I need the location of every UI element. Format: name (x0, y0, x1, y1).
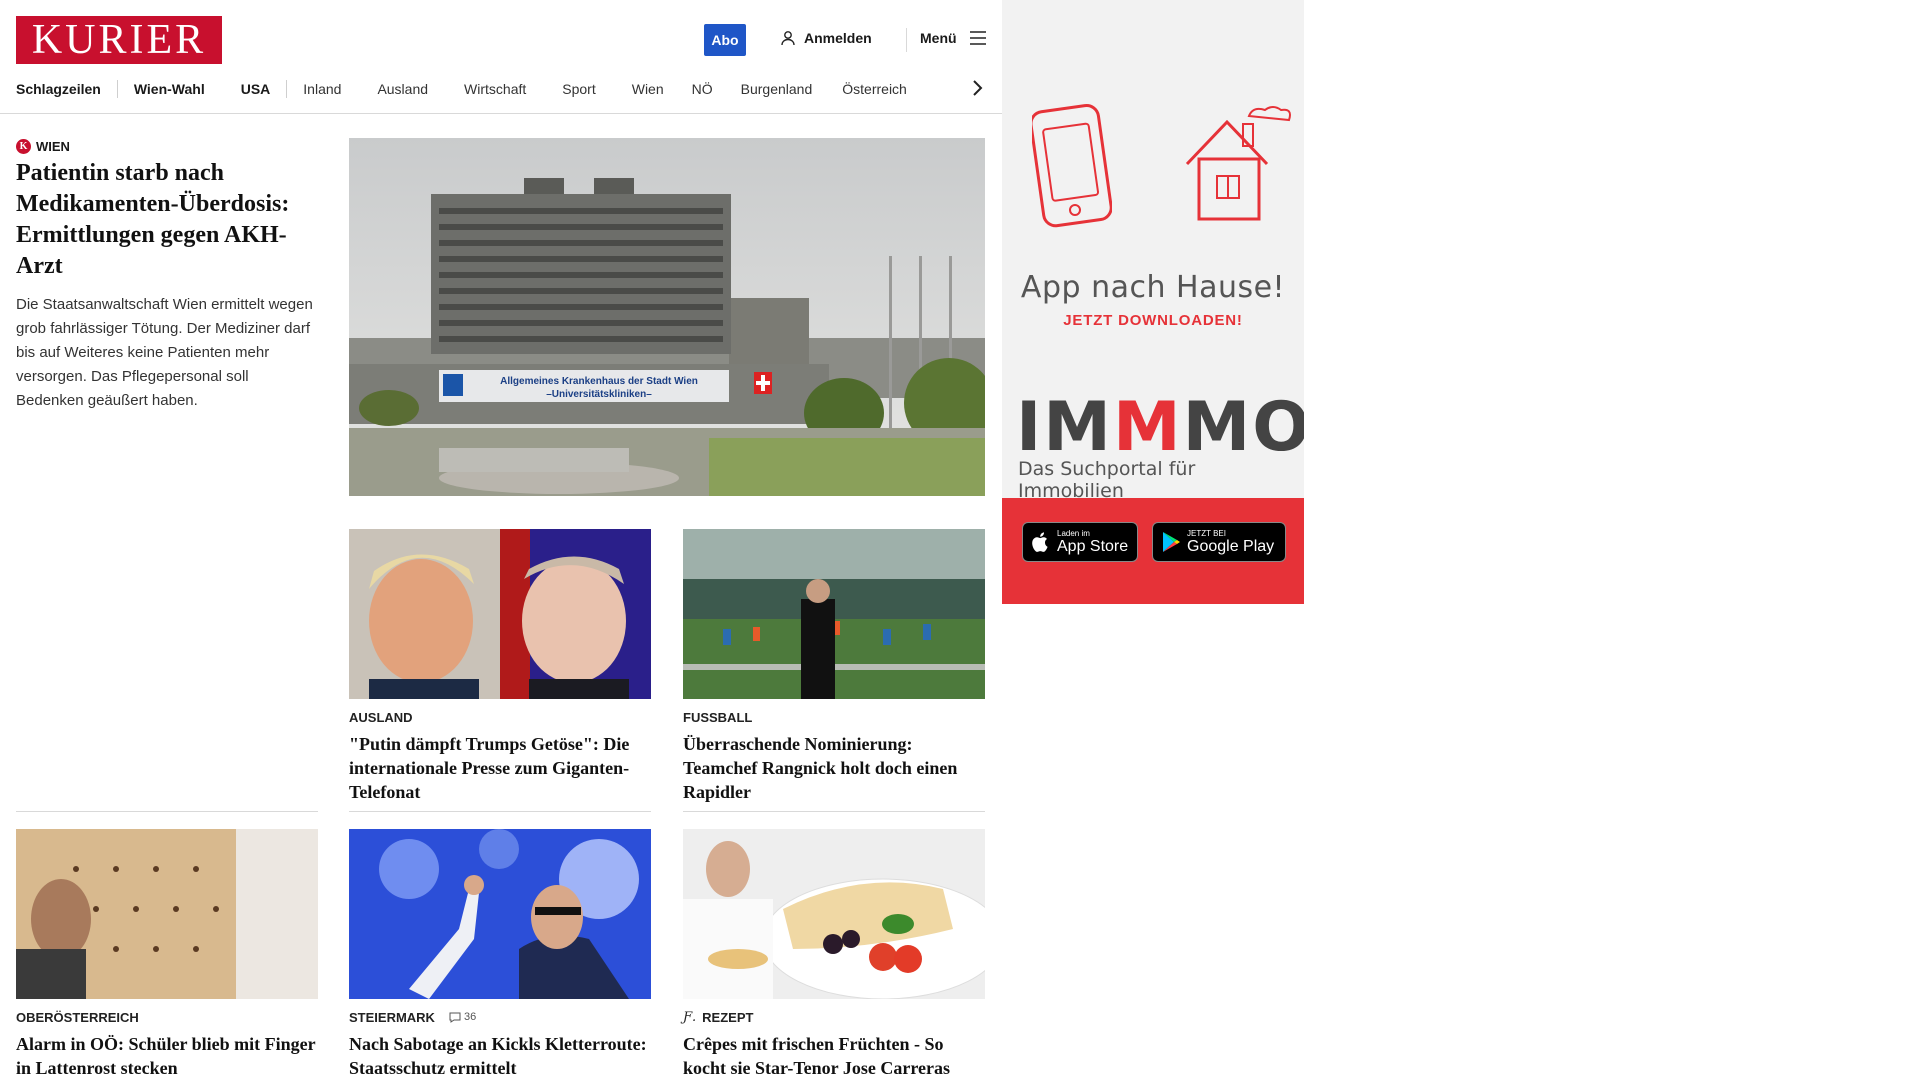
google-play-big: Google Play (1187, 538, 1275, 555)
lead-kicker[interactable]: K WIEN (16, 139, 70, 154)
lead-image-akh[interactable]: Allgemeines Krankenhaus der Stadt Wien –… (349, 138, 985, 496)
nav-item-noe[interactable]: NÖ (692, 81, 713, 97)
divider (683, 811, 985, 812)
phone-icon (1032, 104, 1112, 228)
menu-label: Menü (920, 30, 957, 46)
ad-headline: App nach Hause! (1020, 270, 1286, 305)
immmo-logo-part: MO (1182, 388, 1304, 467)
article-kicker: ƒ. REZEPT (683, 1009, 985, 1025)
nav-item-usa[interactable]: USA (241, 81, 271, 97)
comment-count-value: 36 (463, 1011, 477, 1023)
article-card[interactable]: OBERÖSTERREICH Alarm in OÖ: Schüler blie… (16, 829, 318, 1080)
article-kicker: STEIERMARK 36 (349, 1009, 651, 1025)
chevron-right-icon[interactable] (970, 78, 984, 98)
article-image-football-training[interactable] (683, 529, 985, 699)
nav-item-ausland[interactable]: Ausland (377, 81, 428, 97)
kurier-logo[interactable]: KURIER (16, 16, 222, 64)
article-headline[interactable]: "Putin dämpft Trumps Getöse": Die intern… (349, 732, 651, 804)
site-header: KURIER Abo Anmelden Menü Schlagzeilen Wi… (0, 0, 1002, 114)
kurier-plus-badge: K (16, 139, 31, 154)
lead-headline[interactable]: Patientin starb nach Medikamenten-Überdo… (16, 158, 316, 282)
article-headline[interactable]: Nach Sabotage an Kickls Kletterroute: St… (349, 1032, 651, 1080)
article-image-kickl[interactable] (349, 829, 651, 999)
user-icon (781, 31, 795, 46)
logo-text: KURIER (31, 17, 207, 63)
google-play-small: JETZT BEI (1187, 529, 1226, 538)
house-icon (1185, 106, 1291, 221)
google-play-button[interactable]: JETZT BEI Google Play (1152, 522, 1286, 562)
nav-item-oesterreich[interactable]: Österreich (842, 81, 907, 97)
nav-item-schlagzeilen[interactable]: Schlagzeilen (16, 81, 101, 97)
nav-item-inland[interactable]: Inland (303, 81, 341, 97)
google-play-icon (1163, 532, 1180, 552)
nav-item-sport[interactable]: Sport (562, 81, 595, 97)
login-label: Anmelden (804, 30, 872, 46)
nav-divider (116, 80, 118, 98)
abo-button[interactable]: Abo (704, 24, 746, 56)
divider (16, 811, 318, 812)
recipe-icon: ƒ. (683, 1009, 697, 1025)
login-link[interactable]: Anmelden (780, 30, 872, 46)
article-headline[interactable]: Überraschende Nominierung: Teamchef Rang… (683, 732, 985, 804)
sign-line-1: Allgemeines Krankenhaus der Stadt Wien (500, 376, 698, 387)
article-image-trump-putin[interactable] (349, 529, 651, 699)
article-card[interactable]: STEIERMARK 36 Nach Sabotage an Kickls Kl… (349, 829, 651, 1080)
lead-teaser: Die Staatsanwaltschaft Wien ermittelt we… (16, 296, 313, 409)
ad-cta-text: JETZT DOWNLOADEN! (1063, 312, 1243, 329)
nav-item-burgenland[interactable]: Burgenland (741, 81, 813, 97)
app-store-big: App Store (1057, 538, 1129, 555)
article-headline[interactable]: Alarm in OÖ: Schüler blieb mit Finger in… (16, 1032, 318, 1080)
article-card[interactable]: AUSLAND "Putin dämpft Trumps Getöse": Di… (349, 529, 651, 804)
menu-button[interactable]: Menü (920, 30, 987, 46)
section-nav: Schlagzeilen Wien-Wahl USA Inland Auslan… (16, 80, 907, 98)
immmo-tagline: Das Suchportal für Immobilien (1018, 458, 1196, 502)
article-headline[interactable]: Crêpes mit frischen Früchten - So kocht … (683, 1032, 985, 1080)
comment-icon (449, 1012, 461, 1023)
immmo-ad[interactable]: App nach Hause! JETZT DOWNLOADEN! IMMMO … (1002, 0, 1304, 604)
article-kicker-label: STEIERMARK (349, 1009, 435, 1025)
divider (349, 811, 651, 812)
article-card[interactable]: ƒ. REZEPT Crêpes mit frischen Früchten -… (683, 829, 985, 1080)
immmo-logo-part: M (1112, 388, 1183, 467)
sign-line-2: –Universitätskliniken– (546, 389, 652, 400)
article-kicker: OBERÖSTERREICH (16, 1009, 139, 1025)
article-image-lattenrost[interactable] (16, 829, 318, 999)
app-store-button[interactable]: Laden im App Store (1022, 522, 1138, 562)
comment-count[interactable]: 36 (449, 1011, 476, 1023)
app-store-small: Laden im (1057, 529, 1090, 538)
article-image-crepes[interactable] (683, 829, 985, 999)
nav-item-wien-wahl[interactable]: Wien-Wahl (134, 81, 205, 97)
article-kicker: FUSSBALL (683, 709, 753, 725)
apple-icon (1032, 532, 1048, 552)
hamburger-icon (969, 31, 986, 45)
nav-item-wien[interactable]: Wien (632, 81, 664, 97)
header-divider (906, 28, 907, 52)
article-kicker: AUSLAND (349, 709, 413, 725)
lead-kicker-label: WIEN (36, 139, 70, 154)
article-kicker-label: REZEPT (702, 1009, 754, 1025)
immmo-logo-part: IM (1016, 388, 1113, 467)
ad-store-panel: Laden im App Store JETZT BEI Google Play (1002, 498, 1304, 604)
article-card[interactable]: FUSSBALL Überraschende Nominierung: Team… (683, 529, 985, 804)
nav-item-wirtschaft[interactable]: Wirtschaft (464, 81, 526, 97)
immmo-logo: IMMMO (1016, 394, 1304, 462)
nav-divider (286, 80, 288, 98)
